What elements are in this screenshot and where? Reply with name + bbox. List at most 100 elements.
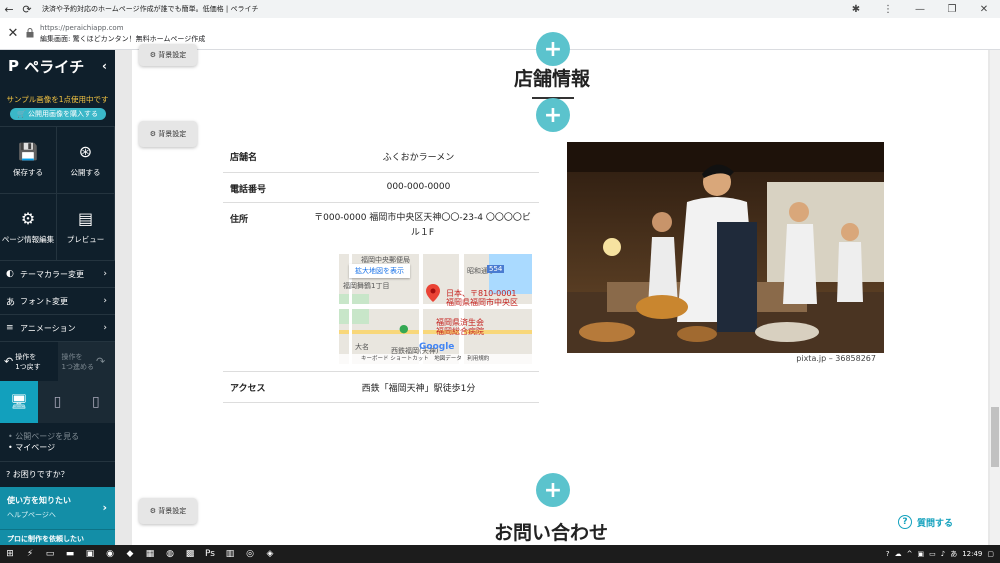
minimize-icon[interactable]: — [904,4,936,15]
font-label: フォント変更 [20,296,68,306]
action-grid: 💾 保存する ⊛ 公開する ⚙ ページ情報編集 ▤ プレビュー [0,126,115,260]
add-block-button[interactable]: + [536,32,570,66]
chevron-up-icon[interactable]: ^ [907,550,913,558]
undo-label-2: 1つ戻す [15,362,41,371]
app-icon[interactable]: ◍ [160,545,180,563]
app-icon[interactable]: ▩ [180,545,200,563]
redo-icon: ↷ [95,354,106,368]
menu-icon[interactable]: ⋮ [872,4,904,15]
save-button[interactable]: 💾 保存する [0,126,57,193]
network-icon[interactable]: ▭ [929,550,936,558]
clock[interactable]: 12:49 [962,550,982,558]
animation-menu[interactable]: ≡ アニメーション › [0,314,115,341]
undo-icon: ↶ [4,354,14,368]
store-photo[interactable] [567,142,884,353]
ask-question-button[interactable]: ? 質問する [898,515,953,529]
add-block-button[interactable]: + [536,98,570,132]
next-section-title[interactable]: お問い合わせ [494,518,608,545]
redo-button[interactable]: 操作を 1つ進める ↷ [57,342,115,381]
reload-icon[interactable]: ⟳ [18,0,36,18]
publish-icon: ⊛ [78,142,93,161]
back-icon[interactable]: ← [0,0,18,18]
sample-image-note: サンプル画像を1点使用中です [6,95,109,104]
preview-button[interactable]: ▤ プレビュー [57,193,115,260]
edge-icon[interactable]: ◉ [100,545,120,563]
chevron-right-icon: › [103,296,107,306]
chrome-icon[interactable]: ◎ [240,545,260,563]
add-block-button[interactable]: + [536,473,570,507]
preview-icon: ▤ [77,209,94,228]
collapse-icon[interactable]: ‹ [102,59,107,73]
cloud-icon[interactable]: ☁ [895,550,902,558]
font-menu[interactable]: あ フォント変更 › [0,287,115,314]
url-text[interactable]: https://peraichiapp.com [40,23,205,34]
bg-settings-button[interactable]: ⚙ 背景設定 [139,498,197,524]
view-public-page-link[interactable]: • 公開ページを見る [8,431,115,442]
app-icon[interactable]: ▣ [80,545,100,563]
undo-button[interactable]: ↶ 操作を 1つ戻す [0,342,58,381]
page-info-label: ページ情報編集 [1,235,55,244]
tablet-icon: ▯ [53,394,62,410]
lock-icon [26,27,40,40]
theme-color-menu[interactable]: ◐ テーマカラー変更 › [0,260,115,287]
map-park [339,294,369,324]
mobile-view-button[interactable]: ▯ [76,381,115,423]
app-icon[interactable]: ▭ [40,545,60,563]
app-icon[interactable]: ◈ [260,545,280,563]
window-close-icon[interactable]: ✕ [968,4,1000,15]
app-icon[interactable]: ⚡ [20,545,40,563]
notification-icon[interactable]: ▢ [987,550,994,558]
animation-label: アニメーション [20,323,76,333]
map-pin-icon [426,284,440,302]
app-icon[interactable]: ▥ [220,545,240,563]
table-key: アクセス [223,371,298,403]
scrollbar[interactable] [990,50,1000,545]
table-value: 西鉄「福岡天神」駅徒歩1分 [298,371,539,403]
table-row[interactable]: 電話番号 000-000-0000 [223,172,539,203]
map-road [459,254,464,364]
howto-banner[interactable]: 使い方を知りたい ヘルプページへ › [0,487,115,529]
publish-button[interactable]: ⊛ 公開する [57,126,115,193]
table-value: 000-000-0000 [298,172,539,203]
gear-icon: ⚙ [149,507,159,515]
section-title[interactable]: 店舗情報 [514,64,590,91]
table-row[interactable]: アクセス 西鉄「福岡天神」駅徒歩1分 [223,371,539,403]
table-row[interactable]: 店舗名 ふくおかラーメン [223,141,539,173]
map-label: 福岡総合病院 [436,327,484,336]
app-icon[interactable]: ▦ [140,545,160,563]
help-tray-icon[interactable]: ? [886,550,890,558]
my-page-link[interactable]: • マイページ [8,442,115,453]
chevron-right-icon: › [103,269,107,279]
map-footer[interactable]: キーボード ショートカット 地図データ 利用規約 [339,354,532,364]
bg-settings-button[interactable]: ⚙ 背景設定 [139,121,197,147]
close-icon[interactable]: ✕ [0,26,26,41]
pro-request-banner[interactable]: プロに制作を依頼したい [0,529,115,545]
bg-settings-button[interactable]: ⚙ 背景設定 [139,44,197,66]
undo-redo-row: ↶ 操作を 1つ戻す 操作を 1つ進める ↷ [0,341,115,381]
extension-icon[interactable]: ✱ [840,4,872,15]
photoshop-icon[interactable]: Ps [200,545,220,563]
system-tray: ? ☁ ^ ▣ ▭ ♪ あ 12:49 ▢ [886,549,1000,559]
gear-icon: ⚙ [149,130,159,138]
table-key: 店舗名 [223,141,298,173]
windows-start-icon[interactable]: ⊞ [0,545,20,563]
buy-image-button[interactable]: 🛒 公開用画像を購入する [9,108,106,120]
tablet-view-button[interactable]: ▯ [38,381,77,423]
ime-indicator[interactable]: あ [950,549,957,559]
preview-label: プレビュー [66,235,105,244]
scrollbar-thumb[interactable] [991,407,999,467]
redo-label-2: 1つ進める [61,362,94,371]
google-map[interactable]: 福岡中央郵便局 昭和通り 554 拡大地図を表示 福岡舞鶴1丁目 日本、〒810… [339,254,532,364]
enlarge-map-button[interactable]: 拡大地図を表示 [349,264,410,278]
folder-icon[interactable]: ▬ [60,545,80,563]
page-info-button[interactable]: ⚙ ページ情報編集 [0,193,57,260]
tray-app-icon[interactable]: ▣ [917,550,924,558]
app-icon[interactable]: ◆ [120,545,140,563]
desktop-view-button[interactable]: 🖥 [0,381,39,423]
browser-titlebar: ← ⟳ 決済や予約対応のホームページ作成が誰でも簡単。低価格 | ペライチ ✱ … [0,0,1000,18]
help-row[interactable]: ? お困りですか？ [0,461,115,487]
kitchen-photo-image [567,142,884,353]
volume-icon[interactable]: ♪ [941,550,945,558]
restore-icon[interactable]: ❐ [936,4,968,15]
table-value: ふくおかラーメン [298,141,539,173]
